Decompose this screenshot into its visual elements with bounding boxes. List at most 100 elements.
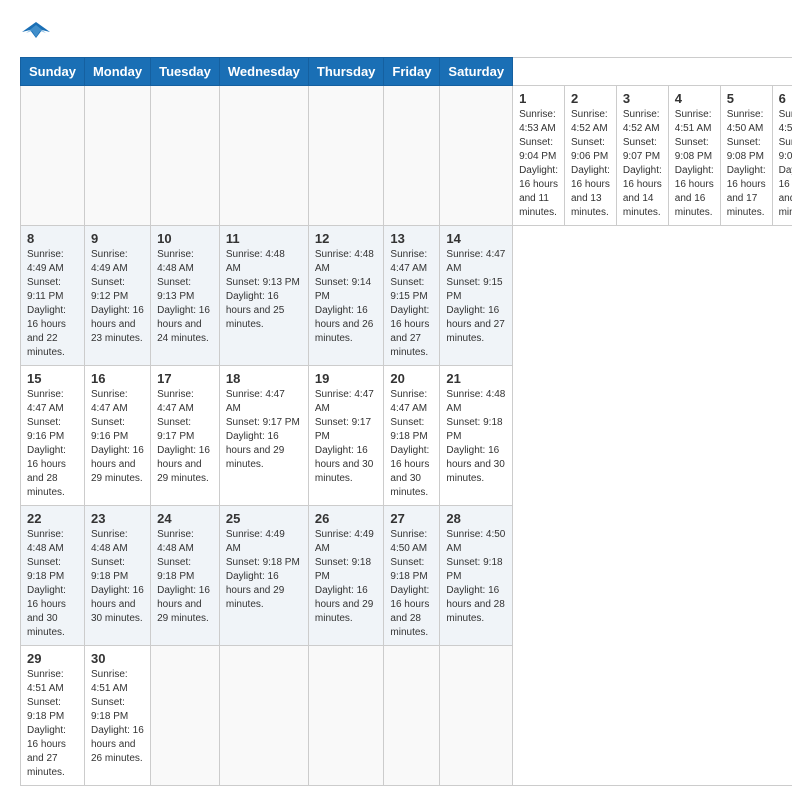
calendar-day-cell: 2Sunrise: 4:52 AMSunset: 9:06 PMDaylight… [564,86,616,226]
day-info: Sunrise: 4:48 AMSunset: 9:18 PMDaylight:… [27,528,78,640]
day-info: Sunrise: 4:50 AMSunset: 9:08 PMDaylight:… [727,108,766,220]
weekday-header: Thursday [308,58,384,86]
weekday-header: Monday [84,58,150,86]
logo-bird-icon [22,20,50,42]
weekday-header: Saturday [440,58,513,86]
calendar-day-cell: 8 Sunrise: 4:49 AMSunset: 9:11 PMDaylight… [21,226,85,366]
weekday-header: Friday [384,58,440,86]
calendar-day-cell: 1 Sunrise: 4:53 AMSunset: 9:04 PMDaylight… [513,86,565,226]
weekday-header: Wednesday [219,58,308,86]
day-number: 14 [446,231,506,246]
day-info: Sunrise: 4:48 AMSunset: 9:18 PMDaylight:… [446,388,506,486]
day-number: 13 [390,231,433,246]
day-number: 10 [157,231,213,246]
calendar-day-cell: 25 Sunrise: 4:49 AMSunset: 9:18 PMDayligh… [219,506,308,646]
calendar-day-cell: 6Sunrise: 4:50 AMSunset: 9:09 PMDaylight… [772,86,792,226]
day-info: Sunrise: 4:47 AMSunset: 9:17 PMDaylight:… [315,388,378,486]
calendar-day-cell: 11 Sunrise: 4:48 AMSunset: 9:13 PMDayligh… [219,226,308,366]
calendar-week-row: 8 Sunrise: 4:49 AMSunset: 9:11 PMDaylight… [21,226,792,366]
calendar-day-cell [440,646,513,786]
calendar-day-cell: 16 Sunrise: 4:47 AMSunset: 9:16 PMDayligh… [84,366,150,506]
calendar-day-cell [384,86,440,226]
day-info: Sunrise: 4:48 AMSunset: 9:13 PMDaylight:… [226,248,302,332]
calendar-day-cell: 5 Sunrise: 4:50 AMSunset: 9:08 PMDaylight… [720,86,772,226]
day-info: Sunrise: 4:51 AMSunset: 9:18 PMDaylight:… [27,668,78,780]
calendar-week-row: 1 Sunrise: 4:53 AMSunset: 9:04 PMDaylight… [21,86,792,226]
day-number: 1 [519,91,558,106]
calendar-day-cell: 28 Sunrise: 4:50 AMSunset: 9:18 PMDayligh… [440,506,513,646]
calendar-day-cell: 18Sunrise: 4:47 AMSunset: 9:17 PMDayligh… [219,366,308,506]
day-number: 19 [315,371,378,386]
day-info: Sunrise: 4:48 AMSunset: 9:18 PMDaylight:… [157,528,213,626]
calendar-day-cell: 15 Sunrise: 4:47 AMSunset: 9:16 PMDayligh… [21,366,85,506]
day-info: Sunrise: 4:49 AMSunset: 9:11 PMDaylight:… [27,248,78,360]
day-info: Sunrise: 4:47 AMSunset: 9:15 PMDaylight:… [390,248,433,360]
page-header [20,20,772,47]
day-info: Sunrise: 4:47 AMSunset: 9:16 PMDaylight:… [27,388,78,500]
calendar-day-cell: 3Sunrise: 4:52 AMSunset: 9:07 PMDaylight… [616,86,668,226]
day-number: 8 [27,231,78,246]
day-number: 20 [390,371,433,386]
calendar-week-row: 22 Sunrise: 4:48 AMSunset: 9:18 PMDayligh… [21,506,792,646]
day-info: Sunrise: 4:49 AMSunset: 9:12 PMDaylight:… [91,248,144,346]
calendar-day-cell: 10Sunrise: 4:48 AMSunset: 9:13 PMDayligh… [151,226,220,366]
day-number: 5 [727,91,766,106]
calendar-day-cell [151,86,220,226]
weekday-header: Tuesday [151,58,220,86]
calendar-day-cell [21,86,85,226]
logo-text [20,20,50,47]
day-number: 22 [27,511,78,526]
day-info: Sunrise: 4:47 AMSunset: 9:18 PMDaylight:… [390,388,433,500]
day-info: Sunrise: 4:47 AMSunset: 9:17 PMDaylight:… [157,388,213,486]
day-info: Sunrise: 4:53 AMSunset: 9:04 PMDaylight:… [519,108,558,220]
day-info: Sunrise: 4:47 AMSunset: 9:15 PMDaylight:… [446,248,506,346]
calendar-week-row: 29 Sunrise: 4:51 AMSunset: 9:18 PMDayligh… [21,646,792,786]
calendar-day-cell: 20 Sunrise: 4:47 AMSunset: 9:18 PMDayligh… [384,366,440,506]
calendar-day-cell [219,646,308,786]
calendar-day-cell: 17 Sunrise: 4:47 AMSunset: 9:17 PMDayligh… [151,366,220,506]
weekday-header-row: SundayMondayTuesdayWednesdayThursdayFrid… [21,58,792,86]
day-number: 16 [91,371,144,386]
day-number: 21 [446,371,506,386]
day-info: Sunrise: 4:51 AMSunset: 9:18 PMDaylight:… [91,668,144,766]
calendar-week-row: 15 Sunrise: 4:47 AMSunset: 9:16 PMDayligh… [21,366,792,506]
calendar-day-cell [384,646,440,786]
calendar-day-cell: 21 Sunrise: 4:48 AMSunset: 9:18 PMDayligh… [440,366,513,506]
day-number: 9 [91,231,144,246]
day-number: 11 [226,231,302,246]
calendar-day-cell: 29 Sunrise: 4:51 AMSunset: 9:18 PMDayligh… [21,646,85,786]
day-number: 25 [226,511,302,526]
day-number: 17 [157,371,213,386]
day-number: 27 [390,511,433,526]
day-info: Sunrise: 4:48 AMSunset: 9:14 PMDaylight:… [315,248,378,346]
day-number: 26 [315,511,378,526]
day-info: Sunrise: 4:47 AMSunset: 9:16 PMDaylight:… [91,388,144,486]
calendar-table: SundayMondayTuesdayWednesdayThursdayFrid… [20,57,792,786]
day-number: 6 [779,91,792,106]
calendar-day-cell [308,646,384,786]
calendar-day-cell: 13 Sunrise: 4:47 AMSunset: 9:15 PMDayligh… [384,226,440,366]
calendar-day-cell: 30Sunrise: 4:51 AMSunset: 9:18 PMDayligh… [84,646,150,786]
day-number: 15 [27,371,78,386]
day-info: Sunrise: 4:52 AMSunset: 9:06 PMDaylight:… [571,108,610,220]
day-number: 3 [623,91,662,106]
day-info: Sunrise: 4:50 AMSunset: 9:18 PMDaylight:… [446,528,506,626]
day-info: Sunrise: 4:50 AMSunset: 9:18 PMDaylight:… [390,528,433,640]
day-info: Sunrise: 4:47 AMSunset: 9:17 PMDaylight:… [226,388,302,472]
day-info: Sunrise: 4:48 AMSunset: 9:18 PMDaylight:… [91,528,144,626]
day-number: 28 [446,511,506,526]
day-number: 12 [315,231,378,246]
calendar-day-cell: 4Sunrise: 4:51 AMSunset: 9:08 PMDaylight… [668,86,720,226]
calendar-day-cell: 27 Sunrise: 4:50 AMSunset: 9:18 PMDayligh… [384,506,440,646]
day-info: Sunrise: 4:49 AMSunset: 9:18 PMDaylight:… [226,528,302,612]
calendar-day-cell: 22 Sunrise: 4:48 AMSunset: 9:18 PMDayligh… [21,506,85,646]
logo [20,20,50,47]
calendar-day-cell [84,86,150,226]
calendar-day-cell: 12 Sunrise: 4:48 AMSunset: 9:14 PMDayligh… [308,226,384,366]
weekday-header: Sunday [21,58,85,86]
day-number: 29 [27,651,78,666]
calendar-day-cell [308,86,384,226]
day-number: 24 [157,511,213,526]
day-number: 23 [91,511,144,526]
calendar-day-cell: 19 Sunrise: 4:47 AMSunset: 9:17 PMDayligh… [308,366,384,506]
